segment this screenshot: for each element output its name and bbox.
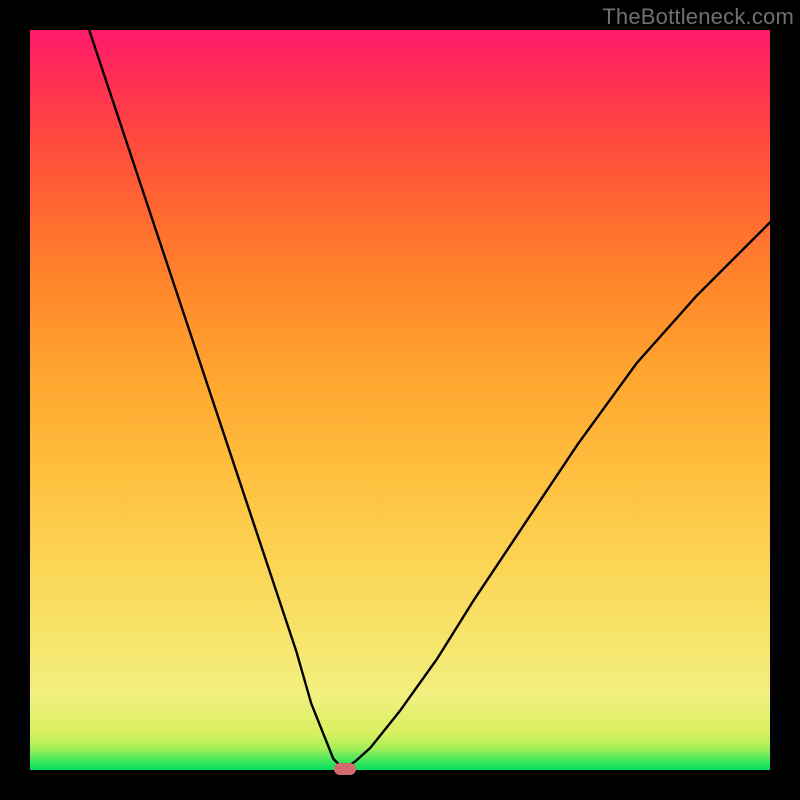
bottleneck-curve	[30, 30, 770, 770]
watermark-text: TheBottleneck.com	[602, 4, 794, 30]
plot-area	[30, 30, 770, 770]
bottleneck-marker	[334, 763, 356, 775]
chart-container: TheBottleneck.com	[0, 0, 800, 800]
